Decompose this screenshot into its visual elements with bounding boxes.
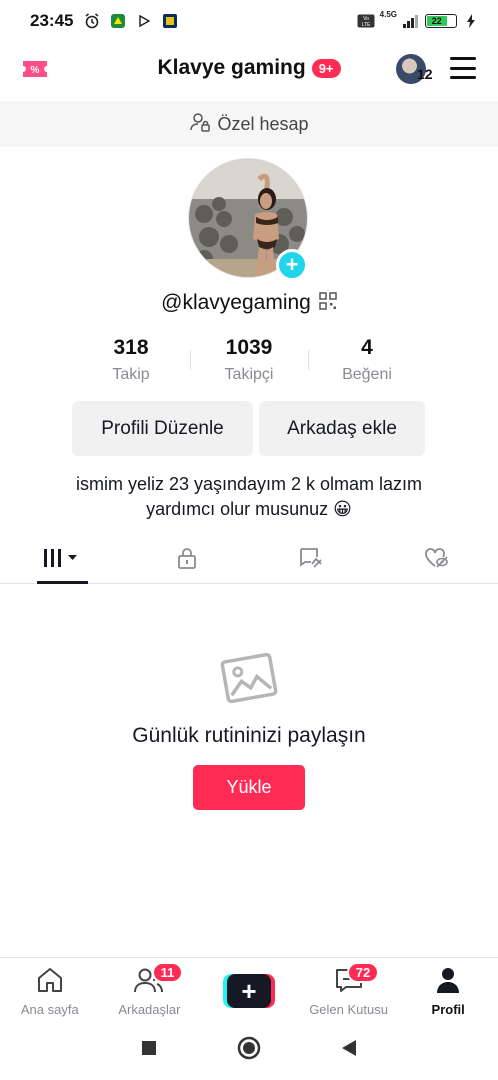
stat-likes-value: 4 — [361, 336, 373, 359]
page-title: Klavye gaming — [157, 56, 306, 79]
bio-line-2: yardımcı olur musunuz 😀 — [146, 499, 352, 519]
profile-icon — [434, 966, 462, 999]
profile-bio: ismim yeliz 23 yaşındayım 2 k olmam lazı… — [40, 472, 458, 522]
tab-videos[interactable] — [0, 538, 125, 584]
status-time: 23:45 — [30, 11, 74, 30]
private-account-banner: Özel hesap — [0, 101, 498, 147]
stat-following[interactable]: 318 Takip — [72, 336, 190, 386]
status-icons-right: Vo LTE 4.5G 22 — [357, 10, 480, 30]
nav-home[interactable]: Ana sayfa — [0, 958, 100, 1021]
content-tabs — [0, 538, 498, 584]
status-icons-left — [83, 12, 179, 30]
stat-following-label: Takip — [112, 366, 150, 383]
nav-profile[interactable]: Profil — [398, 958, 498, 1021]
back-icon[interactable] — [341, 1039, 357, 1062]
nav-inbox-label: Gelen Kutusu — [309, 1002, 388, 1017]
volte-icon: Vo LTE — [357, 12, 375, 30]
network-type: 4.5G — [379, 10, 397, 19]
game-app-icon — [161, 12, 179, 30]
tab-private[interactable] — [125, 538, 250, 583]
recents-icon[interactable] — [141, 1040, 157, 1061]
bio-line-1: ismim yeliz 23 yaşındayım 2 k olmam lazı… — [75, 474, 423, 494]
svg-text:LTE: LTE — [361, 22, 370, 28]
qr-code-icon[interactable] — [319, 291, 337, 315]
stat-likes[interactable]: 4 Beğeni — [308, 336, 426, 386]
profile-header: % Klavye gaming 9+ 12 — [0, 42, 498, 98]
tab-reposts[interactable] — [249, 538, 374, 583]
upload-button[interactable]: Yükle — [193, 765, 305, 810]
alarm-icon — [83, 12, 101, 30]
friends-badge: 11 — [151, 962, 184, 983]
battery-icon: 22 — [425, 14, 457, 28]
notification-badge: 9+ — [311, 58, 341, 78]
app-notification-icon — [109, 12, 127, 30]
add-avatar-button[interactable]: + — [276, 249, 308, 281]
edit-profile-button[interactable]: Profili Düzenle — [72, 401, 253, 456]
menu-icon[interactable] — [450, 57, 476, 79]
signal-icon — [402, 12, 420, 30]
nav-friends-label: Arkadaşlar — [118, 1002, 181, 1017]
photo-placeholder-icon — [219, 652, 279, 704]
empty-state-title: Günlük rutininizi paylaşın — [132, 724, 366, 747]
tab-liked[interactable] — [374, 538, 498, 583]
add-friend-button[interactable]: Arkadaş ekle — [259, 401, 425, 456]
charging-icon — [462, 12, 480, 30]
stat-followers-value: 1039 — [225, 336, 273, 359]
battery-level: 22 — [431, 16, 442, 26]
create-button[interactable]: + — [222, 974, 275, 1008]
profile-stats: 318 Takip 1039 Takipçi 4 Beğeni — [72, 336, 426, 386]
bottom-nav: Ana sayfa Arkadaşlar 11 + Gelen Kutusu 7… — [0, 957, 498, 1021]
username: @klavyegaming — [161, 291, 311, 314]
stat-followers[interactable]: 1039 Takipçi — [190, 336, 308, 386]
account-count: 12 — [417, 66, 433, 82]
nav-friends[interactable]: Arkadaşlar 11 — [100, 958, 200, 1021]
inbox-badge: 72 — [346, 962, 380, 983]
plus-icon: + — [226, 974, 271, 1008]
nav-inbox[interactable]: Gelen Kutusu 72 — [299, 958, 399, 1021]
username-row: @klavyegaming — [0, 291, 498, 315]
private-account-text: Özel hesap — [217, 113, 309, 134]
home-icon — [35, 966, 65, 999]
private-user-icon — [189, 111, 211, 138]
nav-profile-label: Profil — [431, 1002, 465, 1017]
lock-icon — [175, 546, 199, 575]
stat-likes-label: Beğeni — [342, 366, 392, 383]
nav-create[interactable]: + — [199, 958, 299, 1021]
status-bar: 23:45 Vo LTE 4.5G 22 — [0, 0, 498, 42]
nav-home-label: Ana sayfa — [20, 1002, 79, 1017]
stat-following-value: 318 — [113, 336, 149, 359]
repost-icon — [298, 546, 324, 575]
home-circle-icon[interactable] — [237, 1036, 261, 1065]
system-nav-bar — [0, 1021, 498, 1080]
grid-icon — [42, 547, 82, 574]
liked-hidden-icon — [423, 546, 449, 575]
stat-followers-label: Takipçi — [224, 366, 274, 383]
play-icon — [135, 12, 153, 30]
